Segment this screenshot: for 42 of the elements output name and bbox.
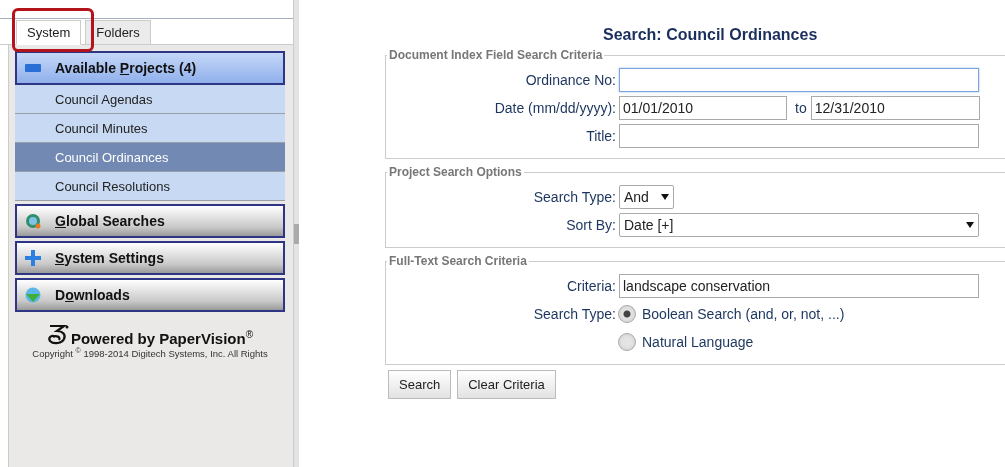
field-label: Search Type: [532, 189, 616, 205]
input-field[interactable]: 12/31/2010 [810, 96, 980, 120]
tab[interactable]: Folders [85, 20, 151, 45]
project-item[interactable]: Council Agendas [15, 85, 285, 114]
input-field[interactable]: 01/01/2010 [619, 96, 787, 120]
section-header[interactable]: Downloads [15, 278, 285, 312]
group-legend: Full-Text Search Criteria [387, 254, 529, 268]
field-label: Search Type: [532, 306, 616, 322]
dropdown[interactable]: And [619, 185, 674, 209]
field-label: Ordinance No: [524, 72, 616, 88]
section-header[interactable]: System Settings [15, 241, 285, 275]
radio-button[interactable] [618, 305, 636, 323]
project-item[interactable]: Council Resolutions [15, 172, 285, 201]
dropdown[interactable]: Date [+] [619, 213, 979, 237]
section-header[interactable]: Global Searches [15, 204, 285, 238]
radio-label: Natural Language [642, 334, 754, 350]
plus-icon [25, 250, 41, 266]
project-item[interactable]: Council Ordinances [15, 143, 285, 172]
input-field[interactable]: landscape conservation [619, 274, 979, 298]
globe-icon [25, 213, 41, 229]
group-legend: Document Index Field Search Criteria [387, 48, 605, 62]
radio-button[interactable] [618, 333, 636, 351]
project-item[interactable]: Council Minutes [15, 114, 285, 143]
search-button[interactable]: Search [388, 370, 452, 399]
caret-icon [661, 194, 669, 200]
caret-icon [966, 222, 974, 228]
clear-button[interactable]: Clear Criteria [457, 370, 556, 399]
field-label: Criteria: [566, 278, 616, 294]
logo-icon [46, 323, 69, 347]
page-title: Search: Council Ordinances [603, 26, 819, 44]
powered-by-text: Powered by PaperVision$^{®}$ [70, 329, 254, 347]
tab[interactable]: System [16, 20, 82, 45]
download-icon [25, 287, 41, 303]
group-legend: Project Search Options [387, 165, 524, 179]
field-label: to [795, 100, 807, 116]
radio-label: Boolean Search (and, or, not, ...) [642, 306, 845, 322]
field-label: Date (mm/dd/yyyy): [493, 100, 616, 116]
minus-icon [25, 64, 41, 72]
section-header[interactable]: Available Projects (4) [15, 51, 285, 85]
field-label: Title: [585, 128, 616, 144]
field-label: Sort By: [565, 217, 616, 233]
copyright-text: Copyright $^{©}$ 1998-2014 Digitech Systems, Inc. All Rights [32, 347, 268, 360]
